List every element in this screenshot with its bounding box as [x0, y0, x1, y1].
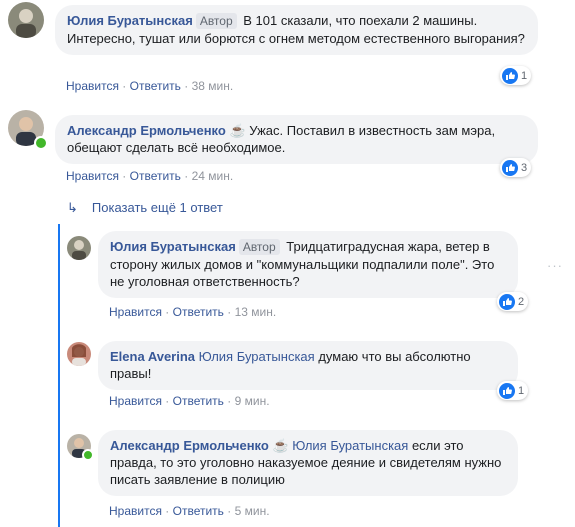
- reply-actions: Нравится · Ответить · 9 мин.: [109, 394, 270, 408]
- like-icon: [502, 67, 518, 84]
- show-more-label: Показать ещё 1 ответ: [91, 200, 223, 215]
- online-indicator: [82, 449, 94, 461]
- reaction-count[interactable]: 1: [497, 381, 529, 400]
- author-name[interactable]: Юлия Буратынская: [110, 239, 236, 254]
- avatar[interactable]: [67, 236, 91, 260]
- coffee-icon: ☕: [272, 438, 289, 453]
- author-name[interactable]: Александр Ермольченко: [110, 438, 269, 453]
- reaction-count[interactable]: 3: [500, 158, 532, 177]
- reaction-number: 1: [521, 69, 528, 82]
- timestamp[interactable]: 9 мин.: [235, 394, 270, 408]
- reply-actions: Нравится · Ответить · 13 мин.: [109, 305, 276, 319]
- like-link[interactable]: Нравится: [66, 79, 119, 93]
- timestamp[interactable]: 38 мин.: [192, 79, 234, 93]
- reply-bubble: Юлия Буратынская Автор Тридцатиградусная …: [98, 231, 518, 298]
- author-name[interactable]: Elena Averina: [110, 349, 195, 364]
- like-icon: [499, 382, 515, 399]
- separator: ·: [184, 79, 189, 93]
- reply-actions: Нравится · Ответить · 5 мин.: [109, 504, 270, 518]
- reaction-number: 1: [518, 384, 525, 397]
- reaction-count[interactable]: 2: [497, 292, 529, 311]
- like-icon: [499, 293, 515, 310]
- reply-bubble: Elena Averina Юлия Буратынская думаю что…: [98, 341, 518, 390]
- mention-link[interactable]: Юлия Буратынская: [292, 438, 408, 453]
- author-name[interactable]: Юлия Буратынская: [67, 13, 193, 28]
- reaction-number: 3: [521, 161, 528, 174]
- like-link[interactable]: Нравится: [109, 394, 162, 408]
- separator: ·: [227, 394, 232, 408]
- comment-bubble: Юлия Буратынская Автор В 101 сказали, что…: [55, 5, 538, 55]
- avatar[interactable]: [8, 2, 44, 38]
- separator: ·: [184, 169, 189, 183]
- more-options-icon[interactable]: ···: [547, 258, 563, 273]
- comment-actions: Нравится · Ответить · 24 мин.: [66, 169, 233, 183]
- timestamp[interactable]: 24 мин.: [192, 169, 234, 183]
- thread-line: [58, 224, 60, 527]
- show-more-replies-link[interactable]: ↳ Показать ещё 1 ответ: [67, 200, 223, 216]
- separator: ·: [122, 79, 127, 93]
- reply-link[interactable]: Ответить: [173, 394, 224, 408]
- reply-link[interactable]: Ответить: [173, 305, 224, 319]
- reply-link[interactable]: Ответить: [130, 169, 181, 183]
- separator: ·: [227, 504, 232, 518]
- like-link[interactable]: Нравится: [109, 305, 162, 319]
- reply-link[interactable]: Ответить: [173, 504, 224, 518]
- comment-actions: Нравится · Ответить · 38 мин.: [66, 79, 233, 93]
- separator: ·: [165, 305, 170, 319]
- mention-link[interactable]: Юлия Буратынская: [199, 349, 315, 364]
- online-indicator: [34, 136, 48, 150]
- author-badge: Автор: [195, 13, 237, 29]
- separator: ·: [165, 394, 170, 408]
- coffee-icon: ☕: [229, 123, 246, 138]
- reaction-number: 2: [518, 295, 525, 308]
- reply-arrow-icon: ↳: [67, 200, 78, 215]
- like-link[interactable]: Нравится: [66, 169, 119, 183]
- reaction-count[interactable]: 1: [500, 66, 532, 85]
- separator: ·: [122, 169, 127, 183]
- timestamp[interactable]: 5 мин.: [235, 504, 270, 518]
- separator: ·: [165, 504, 170, 518]
- reply-bubble: Александр Ермольченко ☕ Юлия Буратынская…: [98, 430, 518, 496]
- author-badge: Автор: [238, 239, 280, 255]
- reply-link[interactable]: Ответить: [130, 79, 181, 93]
- like-link[interactable]: Нравится: [109, 504, 162, 518]
- timestamp[interactable]: 13 мин.: [235, 305, 277, 319]
- like-icon: [502, 159, 518, 176]
- avatar[interactable]: [67, 342, 91, 366]
- author-name[interactable]: Александр Ермольченко: [67, 123, 226, 138]
- separator: ·: [227, 305, 232, 319]
- comment-bubble: Александр Ермольченко ☕ Ужас. Поставил в…: [55, 115, 538, 164]
